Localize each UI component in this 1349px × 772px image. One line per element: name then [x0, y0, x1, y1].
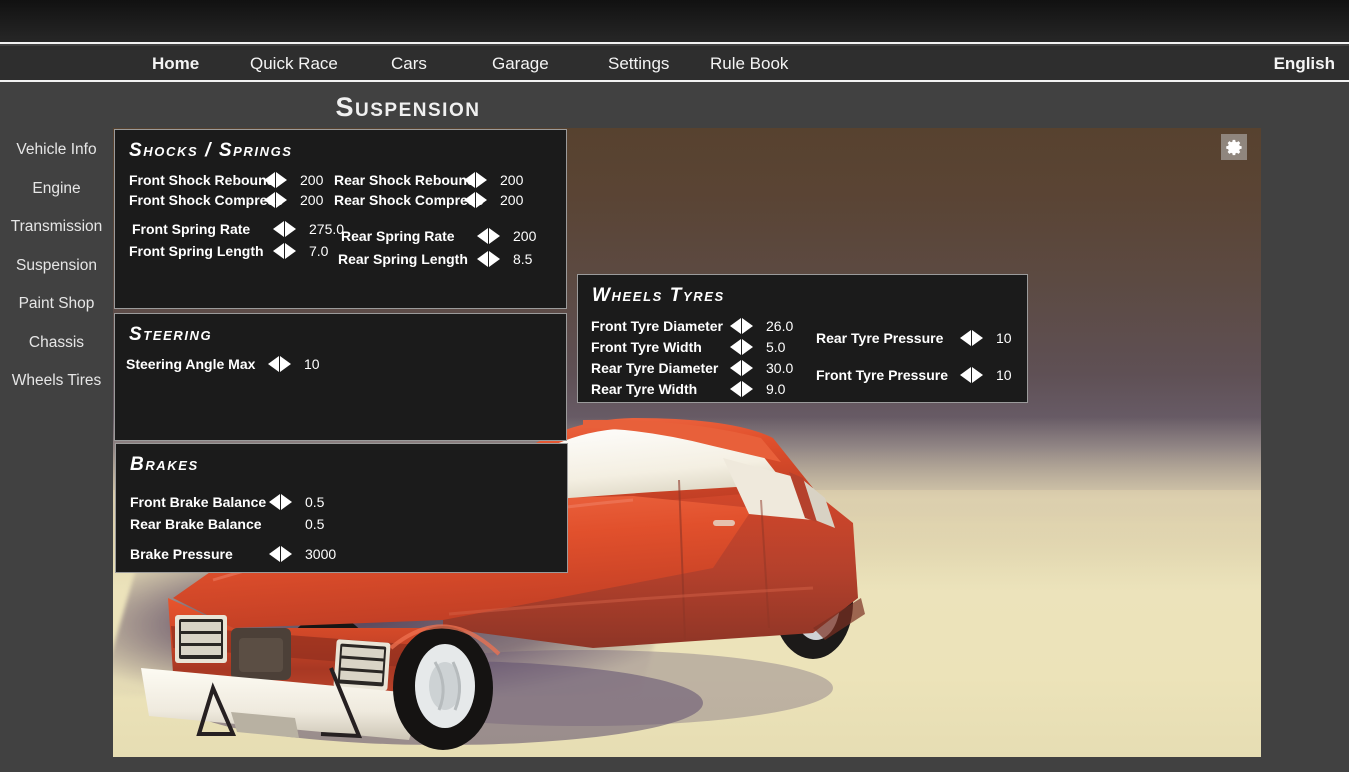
- sidebar-item-suspension[interactable]: Suspension: [0, 257, 113, 275]
- setting-row: Rear Shock Rebound 200: [115, 170, 566, 190]
- setting-label: Rear Spring Rate: [341, 226, 455, 246]
- decrement-arrow-icon[interactable]: [268, 356, 279, 372]
- setting-label: Rear Spring Length: [338, 249, 468, 269]
- setting-row: Rear Tyre Pressure 10: [578, 328, 1027, 348]
- page-title: Suspension: [113, 90, 703, 124]
- language-selector[interactable]: English: [1274, 46, 1335, 82]
- setting-label: Rear Brake Balance: [130, 514, 262, 534]
- nav-item-cars[interactable]: Cars: [391, 46, 427, 82]
- setting-value: 200: [513, 226, 536, 246]
- increment-arrow-icon[interactable]: [281, 546, 292, 562]
- main-navigation-bar: Home Quick Race Cars Garage Settings Rule Boo…: [0, 46, 1349, 82]
- setting-stepper[interactable]: [477, 227, 500, 245]
- setting-value: 0.5: [305, 514, 324, 534]
- increment-arrow-icon[interactable]: [972, 330, 983, 346]
- setting-label: Front Brake Balance: [130, 492, 266, 512]
- garage-sidebar: Vehicle Info Engine Transmission Suspension…: [0, 84, 113, 772]
- increment-arrow-icon[interactable]: [476, 192, 487, 208]
- decrement-arrow-icon[interactable]: [477, 228, 488, 244]
- panel-title: Wheels Tyres: [592, 285, 725, 307]
- setting-stepper[interactable]: [268, 355, 291, 373]
- sidebar-item-engine[interactable]: Engine: [0, 180, 113, 198]
- setting-row: Rear Shock Compress 200: [115, 190, 566, 210]
- setting-stepper[interactable]: [464, 191, 487, 209]
- sidebar-item-vehicle-info[interactable]: Vehicle Info: [0, 141, 113, 159]
- setting-label: Brake Pressure: [130, 544, 233, 564]
- setting-stepper[interactable]: [477, 250, 500, 268]
- panel-steering: Steering Steering Angle Max 10: [114, 313, 567, 441]
- setting-row: Rear Brake Balance 0.5: [116, 514, 567, 534]
- viewport-settings-button[interactable]: [1221, 134, 1247, 160]
- sidebar-item-paint-shop[interactable]: Paint Shop: [0, 295, 113, 313]
- panel-wheels-tyres: Wheels Tyres Front Tyre Diameter26.0Fron…: [577, 274, 1028, 403]
- setting-row: Rear Spring Length 8.5: [115, 249, 566, 269]
- setting-row: Rear Spring Rate 200: [115, 226, 566, 246]
- increment-arrow-icon[interactable]: [280, 356, 291, 372]
- setting-label: Rear Shock Rebound: [334, 170, 476, 190]
- decrement-arrow-icon[interactable]: [464, 172, 475, 188]
- setting-stepper[interactable]: [269, 545, 292, 563]
- sidebar-item-chassis[interactable]: Chassis: [0, 334, 113, 352]
- setting-row: Brake Pressure 3000: [116, 544, 567, 564]
- increment-arrow-icon[interactable]: [281, 494, 292, 510]
- gear-icon: [1225, 138, 1244, 157]
- sidebar-item-wheels-tires[interactable]: Wheels Tires: [0, 372, 113, 390]
- decrement-arrow-icon[interactable]: [269, 494, 280, 510]
- nav-item-quick-race[interactable]: Quick Race: [250, 46, 338, 82]
- game-screen: Home Quick Race Cars Garage Settings Rule Boo…: [0, 0, 1349, 772]
- decrement-arrow-icon[interactable]: [269, 546, 280, 562]
- setting-stepper[interactable]: [269, 493, 292, 511]
- setting-row: Front Brake Balance 0.5: [116, 492, 567, 512]
- setting-value: 10: [304, 354, 320, 374]
- setting-row: Steering Angle Max 10: [115, 354, 566, 374]
- setting-label: Rear Shock Compress: [334, 190, 483, 210]
- setting-value: 10: [996, 365, 1012, 385]
- increment-arrow-icon[interactable]: [489, 251, 500, 267]
- nav-item-settings[interactable]: Settings: [608, 46, 669, 82]
- setting-value: 200: [500, 170, 523, 190]
- title-bar: [0, 0, 1349, 44]
- setting-stepper[interactable]: [960, 329, 983, 347]
- nav-item-home[interactable]: Home: [152, 46, 199, 82]
- increment-arrow-icon[interactable]: [476, 172, 487, 188]
- setting-value: 10: [996, 328, 1012, 348]
- panel-shocks-springs: Shocks / Springs Front Shock Rebound200F…: [114, 129, 567, 309]
- setting-label: Rear Tyre Pressure: [816, 328, 943, 348]
- panel-brakes: Brakes Front Brake Balance0.5Rear Brake …: [115, 443, 568, 573]
- setting-value: 3000: [305, 544, 336, 564]
- increment-arrow-icon[interactable]: [489, 228, 500, 244]
- nav-item-rule-book[interactable]: Rule Book: [710, 46, 788, 82]
- setting-value: 200: [500, 190, 523, 210]
- setting-value: 0.5: [305, 492, 324, 512]
- setting-row: Front Tyre Pressure 10: [578, 365, 1027, 385]
- nav-item-list: Home Quick Race Cars Garage Settings Rule Boo…: [0, 46, 1349, 82]
- setting-label: Steering Angle Max: [126, 354, 255, 374]
- setting-value: 8.5: [513, 249, 532, 269]
- decrement-arrow-icon[interactable]: [960, 367, 971, 383]
- setting-label: Front Tyre Pressure: [816, 365, 948, 385]
- setting-stepper[interactable]: [960, 366, 983, 384]
- decrement-arrow-icon[interactable]: [464, 192, 475, 208]
- decrement-arrow-icon[interactable]: [477, 251, 488, 267]
- decrement-arrow-icon[interactable]: [960, 330, 971, 346]
- panel-title: Brakes: [130, 454, 199, 476]
- panel-title: Steering: [129, 324, 212, 346]
- nav-item-garage[interactable]: Garage: [492, 46, 549, 82]
- increment-arrow-icon[interactable]: [972, 367, 983, 383]
- panel-title: Shocks / Springs: [129, 140, 293, 162]
- setting-stepper[interactable]: [464, 171, 487, 189]
- sidebar-item-transmission[interactable]: Transmission: [0, 218, 113, 236]
